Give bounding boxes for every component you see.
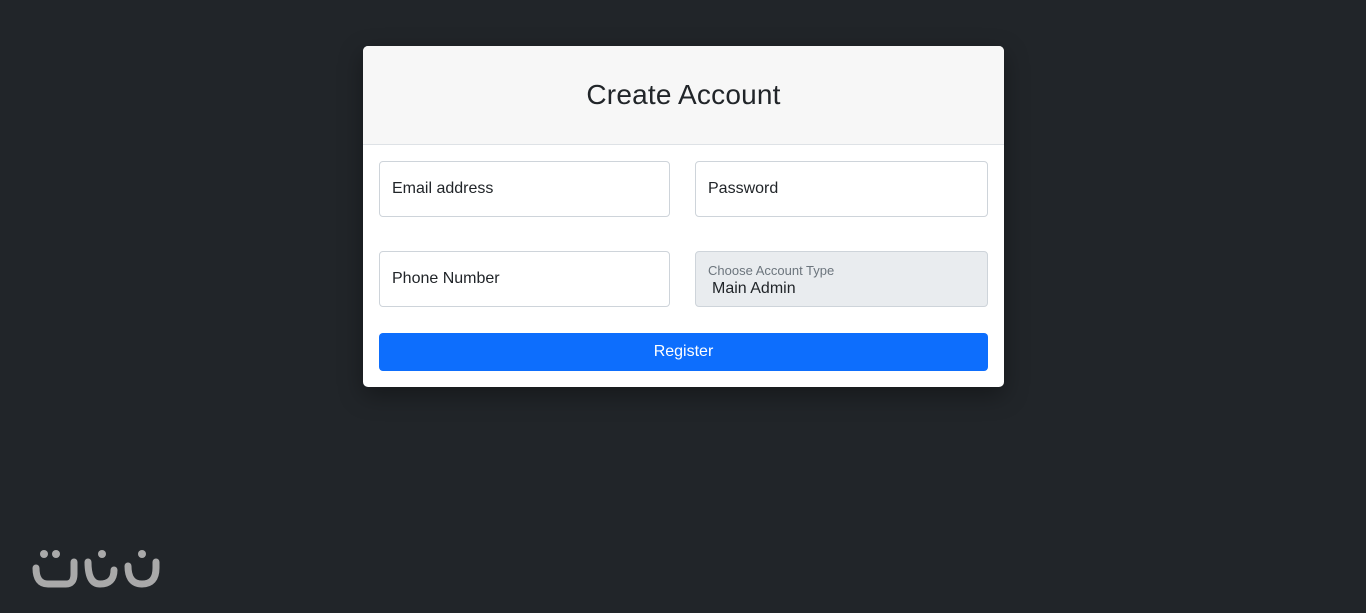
- email-field[interactable]: [379, 161, 670, 217]
- password-field[interactable]: [695, 161, 988, 217]
- phone-input[interactable]: [380, 252, 669, 306]
- page-title: Create Account: [586, 79, 781, 110]
- account-type-value: Main Admin: [712, 280, 796, 297]
- register-button[interactable]: Register: [379, 333, 988, 371]
- password-input[interactable]: [696, 162, 987, 216]
- brand-logo-icon: [30, 546, 162, 592]
- create-account-card: Create Account Choose Account Type Main …: [363, 46, 1004, 387]
- card-header: Create Account: [363, 46, 1004, 145]
- phone-field[interactable]: [379, 251, 670, 307]
- account-type-select[interactable]: Choose Account Type Main Admin: [695, 251, 988, 307]
- account-type-label: Choose Account Type: [708, 263, 835, 278]
- email-input[interactable]: [380, 162, 669, 216]
